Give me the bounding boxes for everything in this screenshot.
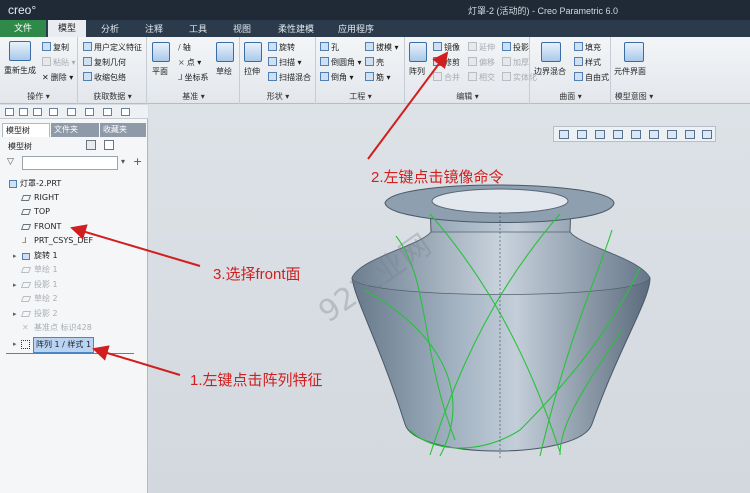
annotation-arrows (70, 51, 449, 376)
annotation-step-2: 2.左键点击镜像命令 (371, 169, 504, 186)
arrow-to-front (70, 224, 201, 267)
annotation-step-3: 3.选择front面 (213, 266, 301, 283)
arrow-to-pattern (92, 345, 181, 376)
annotation-step-1: 1.左键点击阵列特征 (190, 372, 323, 389)
arrow-to-mirror (367, 51, 449, 160)
